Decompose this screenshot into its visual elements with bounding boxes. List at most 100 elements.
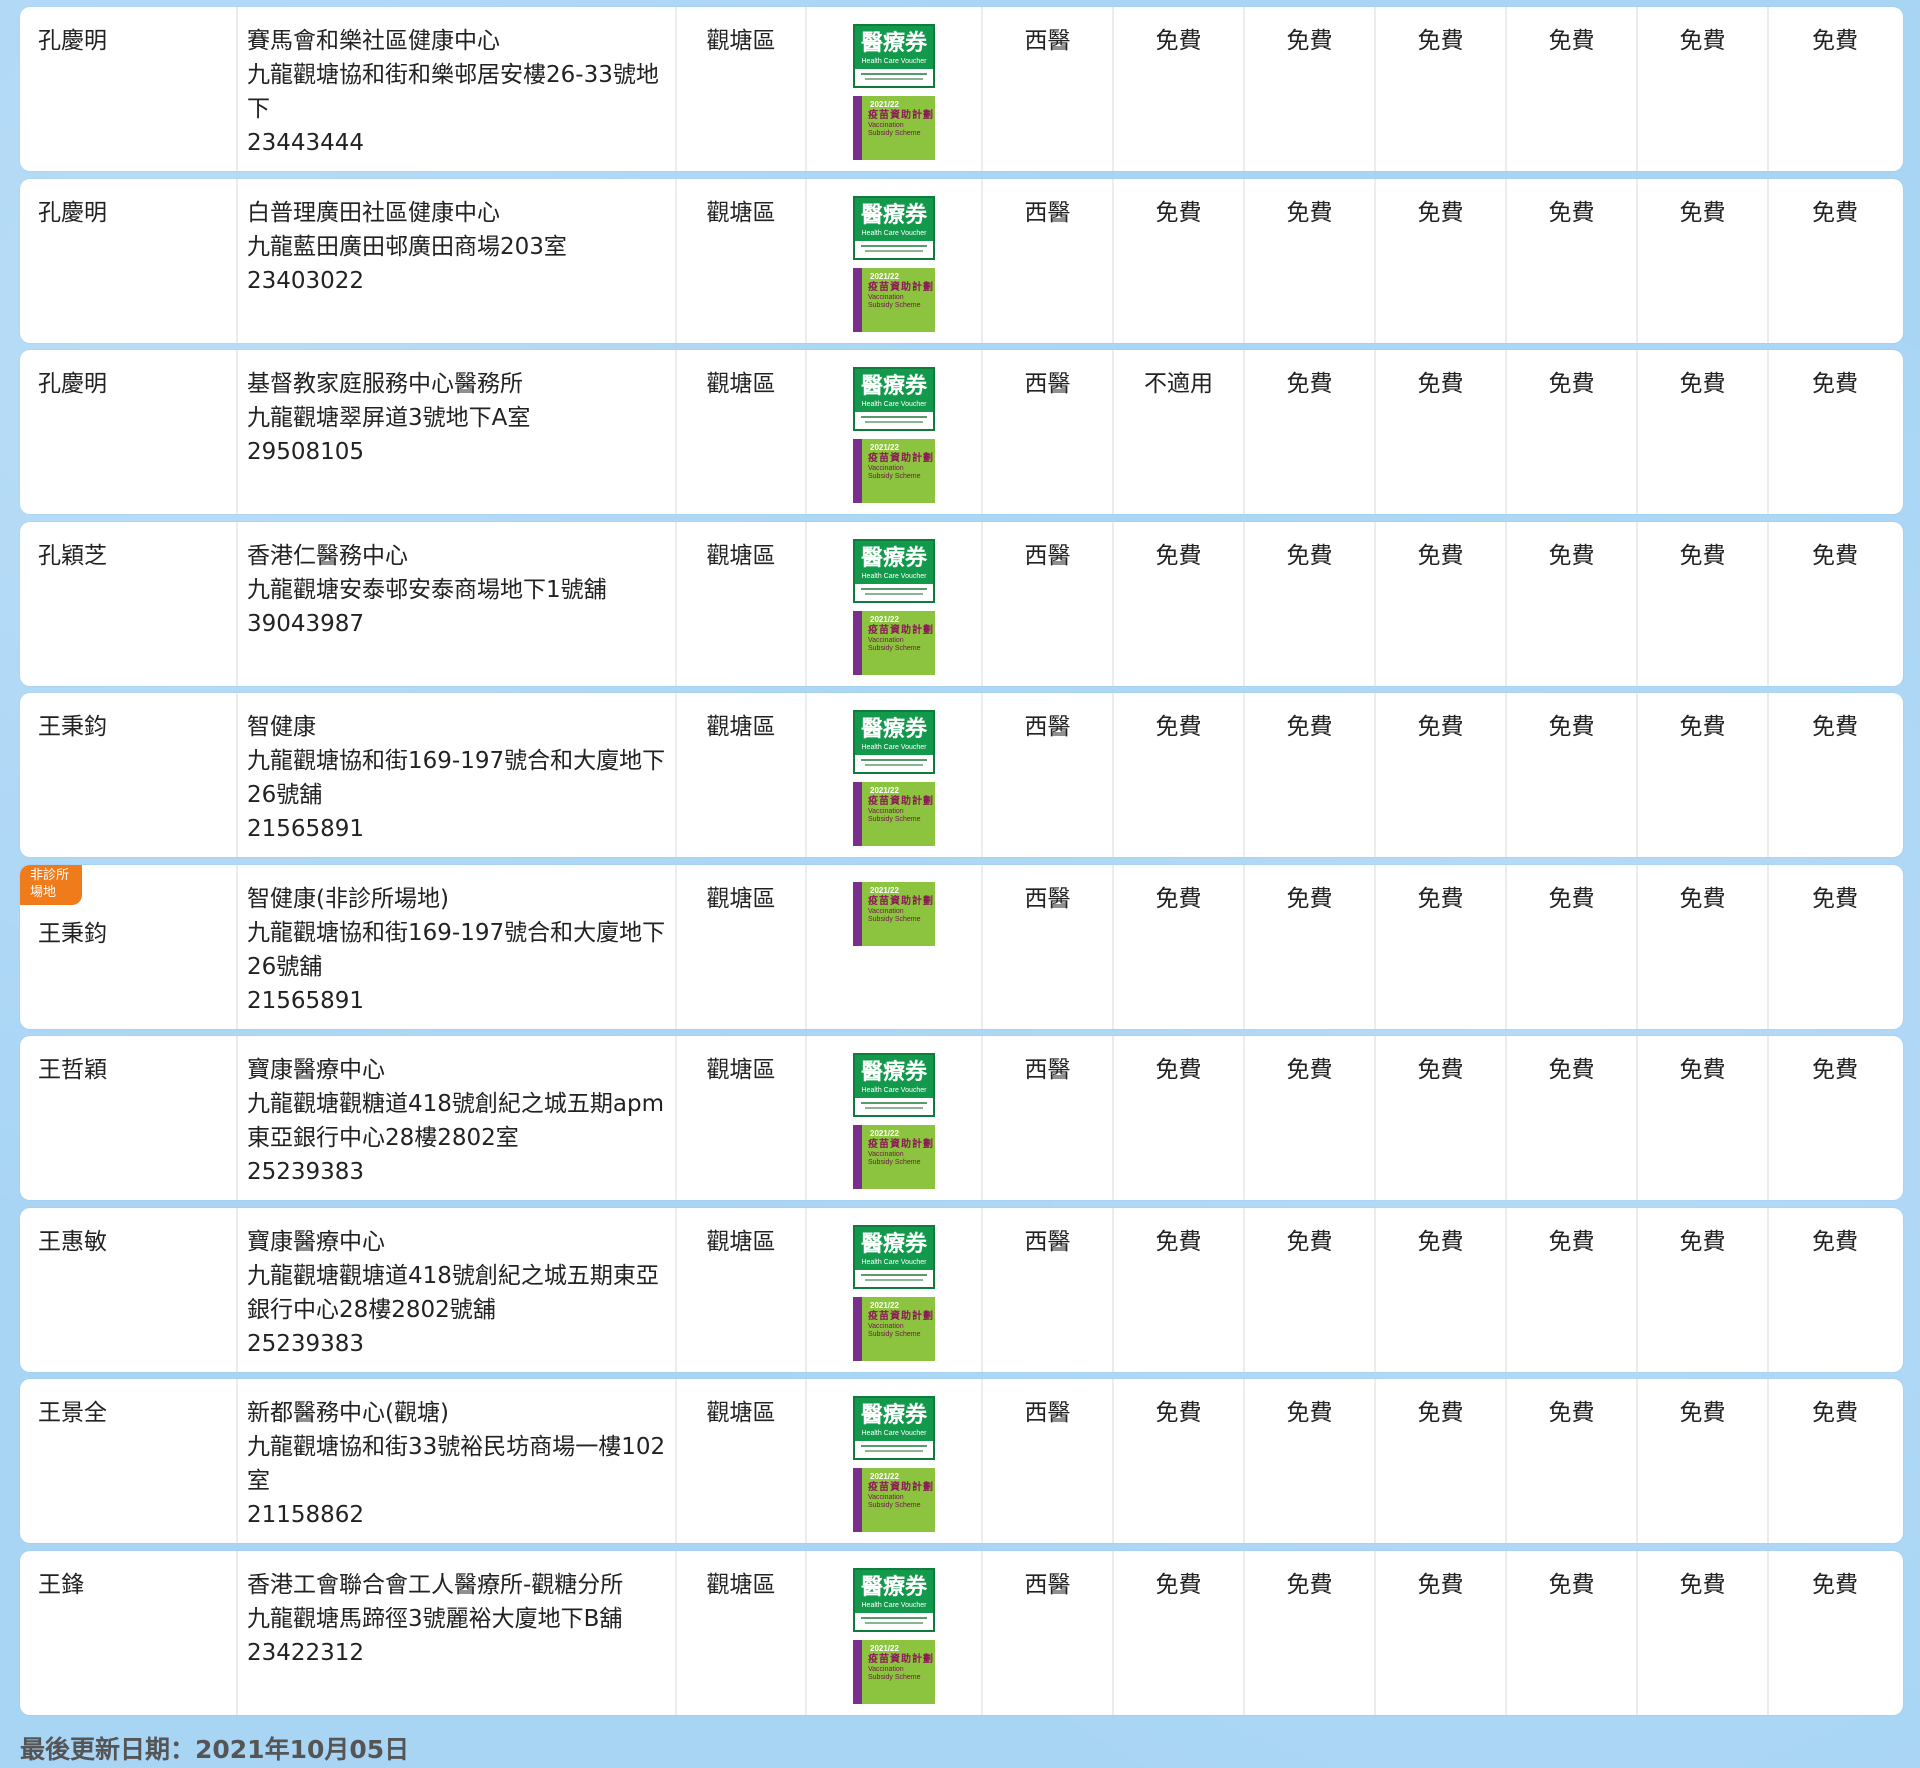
health-care-voucher-logo: 醫療券 Health Care Voucher <box>853 24 935 88</box>
clinic-cell: 白普理廣田社區健康中心 九龍藍田廣田邨廣田商場203室 23403022 <box>238 178 677 343</box>
clinic-phone[interactable]: 39043987 <box>247 607 669 641</box>
clinic-phone[interactable]: 21565891 <box>247 812 669 846</box>
fee-text: 免費 <box>1548 714 1595 740</box>
clinic-cell: 香港工會聯合會工人醫療所-觀糖分所 九龍觀塘馬蹄徑3號麗裕大廈地下B舖 234223… <box>238 1550 677 1715</box>
fee-cell: 免費 <box>1769 1551 1901 1715</box>
table-row: 王鋒 香港工會聯合會工人醫療所-觀糖分所 九龍觀塘馬蹄徑3號麗裕大廈地下B舖 2342… <box>20 1550 1903 1715</box>
doctor-cell: 孔穎芝 <box>20 521 238 686</box>
doctor-list: 孔慶明 賽馬會和樂社區健康中心 九龍觀塘協和街和樂邨居安樓26-33號地下 23443… <box>20 7 1903 1722</box>
clinic-address: 九龍觀塘觀塘道418號創紀之城五期東亞銀行中心28樓2802號舖 <box>247 1262 659 1323</box>
fee-cell: 免費 <box>1376 350 1507 514</box>
clinic-address: 九龍觀塘協和街33號裕民坊商場一樓102室 <box>247 1434 666 1494</box>
fee-text: 免費 <box>1679 371 1726 397</box>
health-care-voucher-logo: 醫療券 Health Care Voucher <box>853 1396 935 1460</box>
clinic-cell: 香港仁醫務中心 九龍觀塘安泰邨安泰商場地下1號舖 39043987 <box>238 521 677 686</box>
vaccination-subsidy-scheme-logo: 2021/22 疫苗資助計劃 Vaccination Subsidy Scheme <box>853 1639 935 1704</box>
clinic-name: 香港工會聯合會工人醫療所-觀糖分所 <box>247 1571 624 1598</box>
district-cell: 觀塘區 <box>677 1550 807 1715</box>
doctor-name: 王秉鈞 <box>38 920 107 947</box>
fee-text: 免費 <box>1417 1228 1464 1255</box>
clinic-phone[interactable]: 23422312 <box>247 1636 669 1670</box>
fee-cell: 免費 <box>1114 1036 1245 1200</box>
fee-text: 免費 <box>1679 28 1726 54</box>
clinic-name: 智健康 <box>247 714 316 740</box>
clinic-phone[interactable]: 23403022 <box>247 264 669 298</box>
fee-text: 免費 <box>1286 199 1333 226</box>
fee-cell: 免費 <box>1245 1550 1376 1715</box>
clinic-address: 九龍觀塘安泰邨安泰商場地下1號舖 <box>247 576 607 603</box>
fee-text: 免費 <box>1155 1228 1202 1255</box>
scheme-cell: 醫療券 Health Care Voucher 2021/22 疫苗資助計劃 Vacci… <box>807 7 983 171</box>
district-cell: 觀塘區 <box>677 1379 807 1543</box>
clinic-phone[interactable]: 23443444 <box>247 126 669 160</box>
doctor-cell: 王哲穎 <box>20 1036 238 1200</box>
clinic-name: 寶康醫療中心 <box>247 1228 385 1255</box>
fee-text: 免費 <box>1155 28 1202 54</box>
vaccination-subsidy-scheme-logo: 2021/22 疫苗資助計劃 Vaccination Subsidy Scheme <box>853 1125 935 1189</box>
clinic-cell: 智健康(非診所場地) 九龍觀塘協和街169-197號合和大廈地下26號舖 21565… <box>238 864 677 1029</box>
clinic-name: 基督教家庭服務中心醫務所 <box>247 371 523 397</box>
fee-cell: 免費 <box>1376 1207 1507 1372</box>
practice-type-text: 西醫 <box>1024 1571 1071 1598</box>
clinic-phone[interactable]: 25239383 <box>247 1155 669 1189</box>
health-care-voucher-logo: 醫療券 Health Care Voucher <box>853 710 935 774</box>
fee-text: 免費 <box>1679 199 1726 226</box>
fee-text: 免費 <box>1548 1571 1595 1598</box>
fee-cell: 免費 <box>1245 178 1376 343</box>
fee-cell: 免費 <box>1114 178 1245 343</box>
fee-text: 免費 <box>1417 885 1464 912</box>
doctor-cell: 王鋒 <box>20 1550 238 1715</box>
fee-text: 免費 <box>1286 1057 1333 1083</box>
fee-text: 免費 <box>1417 1571 1464 1598</box>
fee-cell: 免費 <box>1114 864 1245 1029</box>
doctor-name: 王秉鈞 <box>38 714 107 740</box>
fee-cell: 免費 <box>1769 7 1901 171</box>
clinic-name: 白普理廣田社區健康中心 <box>247 199 500 226</box>
district-text: 觀塘區 <box>706 1400 776 1426</box>
district-cell: 觀塘區 <box>677 864 807 1029</box>
practice-type-cell: 西醫 <box>983 1550 1114 1715</box>
district-text: 觀塘區 <box>706 542 776 569</box>
fee-text: 免費 <box>1286 714 1333 740</box>
fee-cell: 免費 <box>1245 1379 1376 1543</box>
clinic-phone[interactable]: 21565891 <box>247 984 669 1018</box>
fee-text: 免費 <box>1679 542 1726 569</box>
fee-cell: 免費 <box>1245 864 1376 1029</box>
scheme-cell: 醫療券 Health Care Voucher 2021/22 疫苗資助計劃 Vacci… <box>807 1550 983 1715</box>
district-text: 觀塘區 <box>706 28 776 54</box>
practice-type-text: 西醫 <box>1024 714 1071 740</box>
fee-cell: 免費 <box>1376 7 1507 171</box>
fee-cell: 免費 <box>1245 350 1376 514</box>
fee-text: 免費 <box>1812 885 1858 912</box>
fee-text: 免費 <box>1548 1400 1595 1426</box>
fee-text: 免費 <box>1286 1571 1333 1598</box>
fee-cell: 免費 <box>1376 178 1507 343</box>
clinic-phone[interactable]: 25239383 <box>247 1327 669 1361</box>
fee-cell: 免費 <box>1769 1379 1901 1543</box>
last-updated-text: 最後更新日期：2021年10月05日 <box>20 1735 410 1764</box>
fee-cell: 免費 <box>1376 1036 1507 1200</box>
fee-cell: 免費 <box>1114 1207 1245 1372</box>
vaccination-subsidy-scheme-logo: 2021/22 疫苗資助計劃 Vaccination Subsidy Scheme <box>853 1468 935 1532</box>
fee-cell: 免費 <box>1114 693 1245 857</box>
fee-cell: 不適用 <box>1114 350 1245 514</box>
fee-text: 免費 <box>1548 885 1595 912</box>
fee-cell: 免費 <box>1376 1550 1507 1715</box>
clinic-phone[interactable]: 21158862 <box>247 1498 669 1532</box>
doctor-cell: 非診所場地 王秉鈞 <box>20 864 238 1029</box>
fee-text: 免費 <box>1155 714 1202 740</box>
fee-text: 免費 <box>1679 885 1726 912</box>
practice-type-cell: 西醫 <box>983 693 1114 857</box>
fee-text: 免費 <box>1812 1228 1858 1255</box>
practice-type-cell: 西醫 <box>983 178 1114 343</box>
fee-cell: 免費 <box>1114 521 1245 686</box>
clinic-cell: 賽馬會和樂社區健康中心 九龍觀塘協和街和樂邨居安樓26-33號地下 23443444 <box>238 7 677 171</box>
fee-text: 免費 <box>1286 542 1333 569</box>
clinic-phone[interactable]: 29508105 <box>247 435 669 469</box>
fee-text: 免費 <box>1679 1057 1726 1083</box>
fee-cell: 免費 <box>1507 1550 1638 1715</box>
vaccination-subsidy-scheme-logo: 2021/22 疫苗資助計劃 Vaccination Subsidy Scheme <box>853 1296 935 1361</box>
fee-cell: 免費 <box>1507 521 1638 686</box>
doctor-name: 王景全 <box>38 1400 107 1426</box>
fee-cell: 免費 <box>1376 693 1507 857</box>
